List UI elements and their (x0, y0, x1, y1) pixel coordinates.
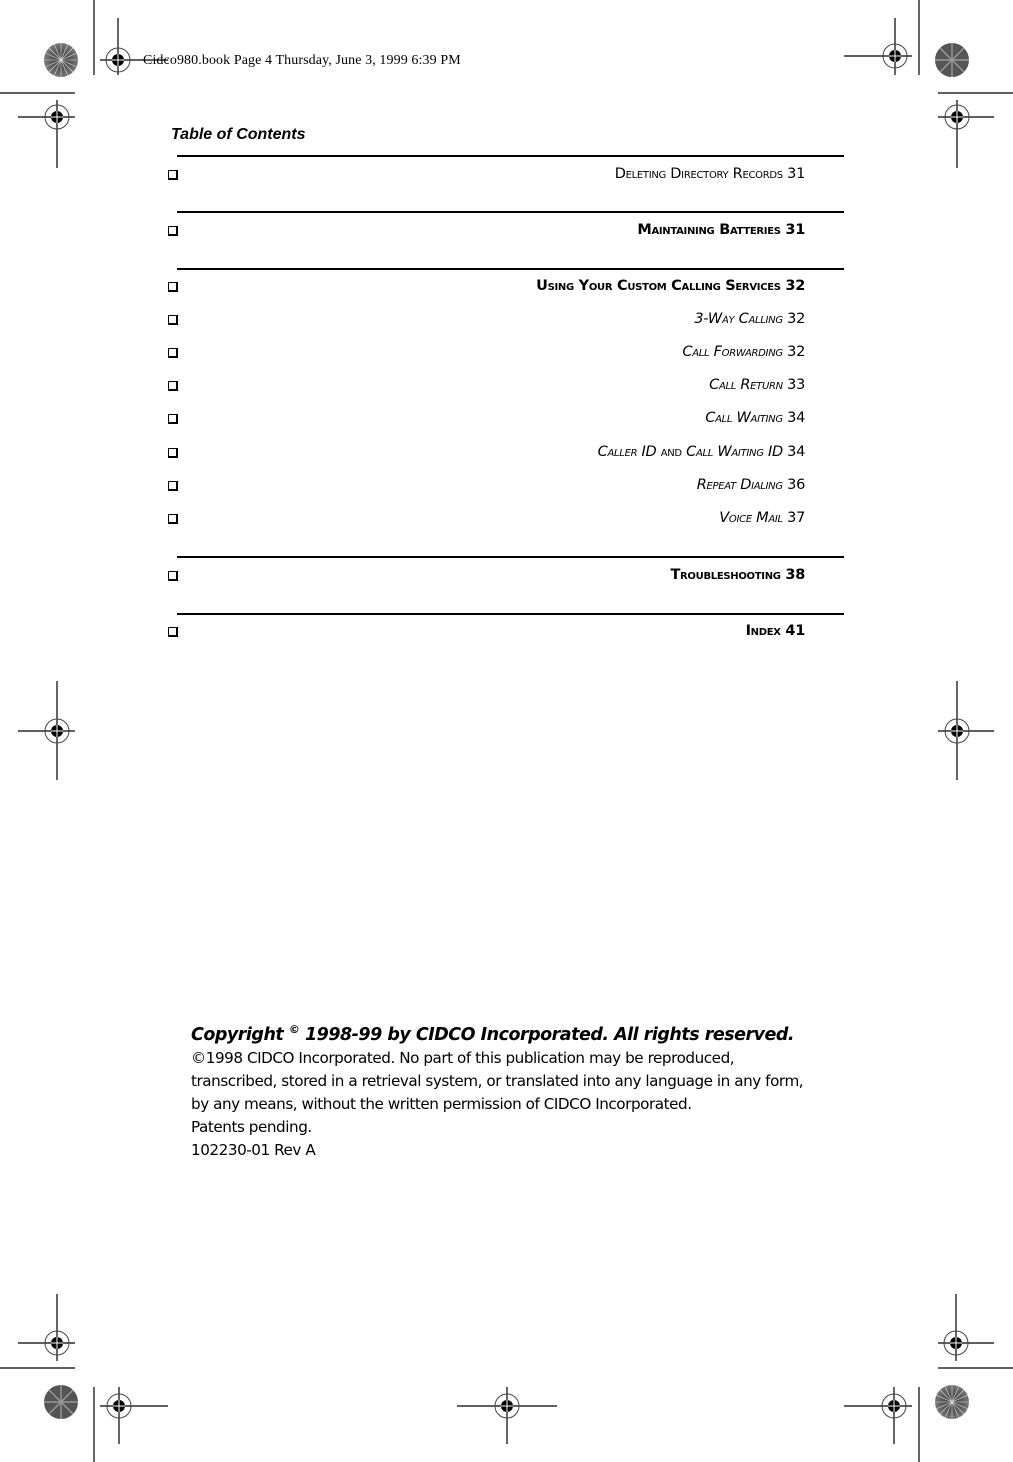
checkbox-icon (168, 315, 178, 325)
toc-entry-label: Maintaining Batteries 31 (637, 222, 805, 238)
toc-entry[interactable]: Index 41 (168, 623, 805, 645)
checkbox-icon (168, 448, 178, 458)
copyright-line: by any means, without the written permis… (191, 1094, 692, 1113)
toc-entry-label: 3-Way Calling 32 (694, 311, 805, 327)
checkbox-icon (168, 226, 178, 236)
copyright-block: Copyright © 1998-99 by CIDCO Incorporate… (191, 1018, 851, 1162)
toc-entry-text: Index (745, 623, 781, 639)
toc-entry-label: Call Waiting 34 (705, 410, 805, 426)
toc-entry-text: Call Forwarding (682, 344, 783, 360)
toc-entry[interactable]: Using Your Custom Calling Services 32 (168, 278, 805, 300)
toc-entry-label: Call Forwarding 32 (682, 344, 805, 360)
registration-mark-icon (938, 1294, 994, 1361)
page-title: Table of Contents (171, 126, 306, 143)
toc-page-number: 34 (782, 444, 805, 460)
toc-entry-label: Voice Mail 37 (719, 510, 805, 526)
registration-mark-icon (18, 1294, 75, 1361)
toc-page-number: 32 (780, 278, 805, 294)
toc-entry[interactable]: Deleting Directory Records 31 (168, 166, 805, 188)
starburst-target-icon (935, 43, 969, 77)
toc-entry[interactable]: Voice Mail 37 (168, 510, 805, 532)
registration-mark-icon (938, 100, 994, 168)
toc-entry[interactable]: Call Forwarding 32 (168, 344, 805, 366)
toc-entry-label: Repeat Dialing 36 (696, 477, 806, 493)
toc-entry-text: Caller ID (597, 444, 657, 460)
copyright-heading-pre: Copyright (191, 1024, 289, 1045)
checkbox-icon (168, 514, 178, 524)
toc-entry-label: Deleting Directory Records 31 (614, 166, 806, 182)
toc-entry[interactable]: Caller ID and Call Waiting ID 34 (168, 444, 805, 466)
checkbox-icon (168, 571, 178, 581)
registration-mark-icon (844, 1387, 912, 1444)
toc-entry-text: and (656, 444, 687, 460)
toc-entry-text: Maintaining Batteries (637, 222, 781, 238)
toc-entry[interactable]: Maintaining Batteries 31 (168, 222, 805, 244)
registration-mark-icon (844, 18, 912, 75)
copyright-symbol: © (288, 1023, 300, 1036)
toc-entry[interactable]: Call Return 33 (168, 377, 805, 399)
toc-page-number: 41 (780, 623, 805, 639)
registration-mark-icon (100, 1387, 168, 1444)
checkbox-icon (168, 627, 178, 637)
checkbox-icon (168, 282, 178, 292)
copyright-line: transcribed, stored in a retrieval syste… (191, 1071, 804, 1090)
registration-mark-icon (18, 100, 75, 168)
toc-entry[interactable]: Call Waiting 34 (168, 410, 805, 432)
section-rule (177, 556, 844, 558)
starburst-target-icon (44, 43, 78, 77)
toc-entry-text: Call Return (709, 377, 783, 393)
document-number: 102230-01 Rev A (191, 1140, 316, 1159)
copyright-heading: Copyright © 1998-99 by CIDCO Incorporate… (191, 1018, 851, 1047)
toc-entry[interactable]: 3-Way Calling 32 (168, 311, 805, 333)
patents-line: Patents pending. (191, 1117, 312, 1136)
toc-page-number: 34 (782, 410, 805, 426)
section-rule (177, 211, 844, 213)
toc-entry-label: Index 41 (745, 623, 806, 639)
copyright-heading-post: 1998-99 by CIDCO Incorporated. All right… (299, 1024, 795, 1045)
toc-page-number: 32 (782, 311, 805, 327)
toc-entry-label: Call Return 33 (709, 377, 805, 393)
checkbox-icon (168, 348, 178, 358)
print-slug: Cidco980.book Page 4 Thursday, June 3, 1… (143, 53, 461, 68)
toc-page-number: 33 (782, 377, 805, 393)
toc-entry-label: Using Your Custom Calling Services 32 (536, 278, 805, 294)
starburst-target-icon (935, 1385, 969, 1419)
toc-entry-text: Call Waiting (705, 410, 783, 426)
section-rule (177, 155, 844, 157)
toc-entry[interactable]: Repeat Dialing 36 (168, 477, 805, 499)
toc-entry[interactable]: Troubleshooting 38 (168, 567, 805, 589)
toc-page-number: 32 (782, 344, 805, 360)
starburst-target-icon (44, 1385, 78, 1419)
section-rule (177, 613, 844, 615)
checkbox-icon (168, 481, 178, 491)
toc-entry-label: Caller ID and Call Waiting ID 34 (597, 444, 806, 460)
printer-marks (0, 0, 1013, 1462)
toc-entry-text: Call Waiting ID (686, 444, 783, 460)
toc-entry-text: Using Your Custom Calling Services (536, 278, 781, 294)
toc-page-number: 36 (782, 477, 805, 493)
section-rule (177, 268, 844, 270)
toc-entry-text: 3-Way Calling (694, 311, 783, 327)
toc-entry-text: Repeat Dialing (696, 477, 783, 493)
toc-page-number: 31 (780, 222, 805, 238)
checkbox-icon (168, 170, 178, 180)
toc-entry-text: Voice Mail (719, 510, 783, 526)
toc-entry-text: Deleting Directory Records (614, 166, 783, 182)
toc-entry-text: Troubleshooting (670, 567, 781, 583)
toc-entry-label: Troubleshooting 38 (670, 567, 805, 583)
toc-page-number: 38 (780, 567, 805, 583)
copyright-line: ©1998 CIDCO Incorporated. No part of thi… (191, 1048, 735, 1067)
registration-mark-icon (457, 1387, 557, 1444)
toc-page-number: 31 (782, 166, 805, 182)
registration-mark-icon (938, 681, 994, 780)
checkbox-icon (168, 381, 178, 391)
registration-mark-icon (18, 681, 75, 780)
checkbox-icon (168, 414, 178, 424)
toc-page-number: 37 (782, 510, 805, 526)
